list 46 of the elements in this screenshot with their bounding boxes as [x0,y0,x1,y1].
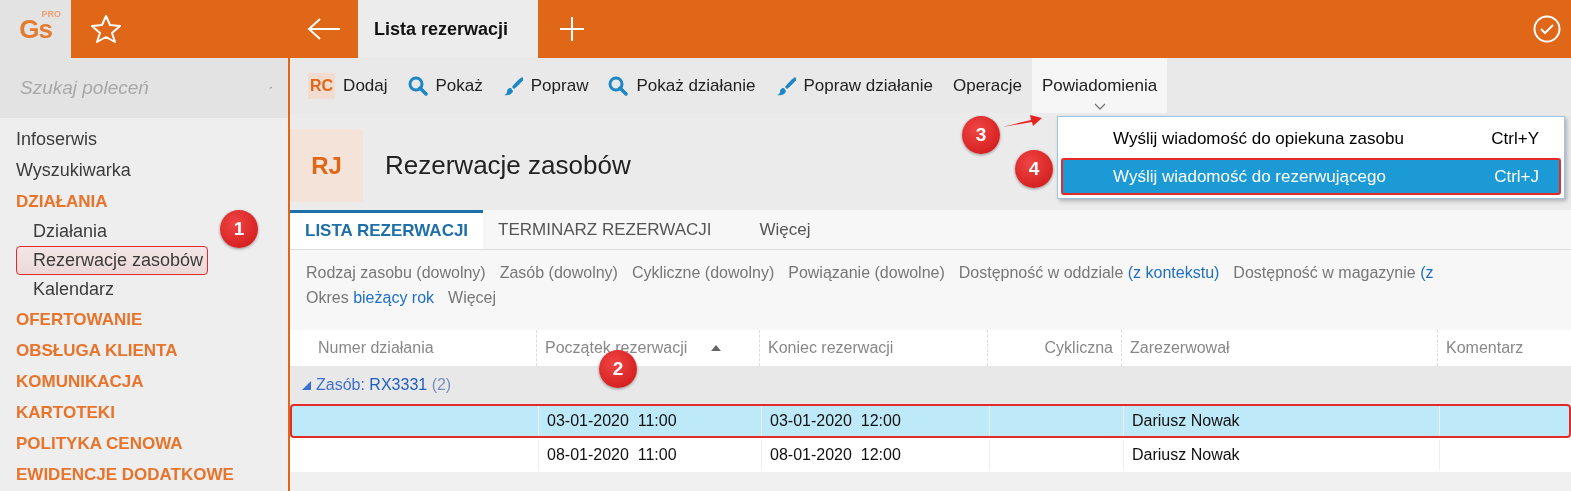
toolbar-button[interactable]: Pokaż działanie [598,58,766,113]
menu-item[interactable]: Wyślij wiadomość do rezerwującego Ctrl+J [1061,157,1561,195]
toolbar-button[interactable]: RC Dodaj [298,58,398,113]
search-input[interactable]: Szukaj poleceń [18,72,269,104]
nav-link[interactable]: Kalendarz [16,275,120,304]
section-link[interactable]: KOMUNIKACJA [0,366,288,397]
filter-link[interactable]: Więcej [448,285,497,310]
filter-link[interactable]: Zasób (dowolny) [499,260,618,285]
table-cell: Dariusz Nowak [1124,440,1440,470]
section-link[interactable]: OBSŁUGA KLIENTA [0,335,288,366]
table-cell: Dariusz Nowak [1124,406,1440,436]
nav-link[interactable]: Infoserwis [0,124,288,155]
section-link[interactable]: POLITYKA CENOWA [0,428,288,459]
filter-link[interactable]: Rodzaj zasobu (dowolny) [306,260,486,285]
section-link[interactable]: OFERTOWANIE [0,304,288,335]
search-field[interactable]: Szukaj poleceń [0,58,288,118]
filter-link[interactable]: Dostępność w oddziale (z kontekstu) [958,260,1220,285]
toolbar-button[interactable]: Popraw [492,58,599,113]
tab[interactable]: TERMINARZ REZERWACJI [483,210,727,249]
table-row[interactable]: 08-01-2020 11:00 08-01-2020 12:00 Dariusz Nowak [290,438,1571,472]
toolbar-button[interactable]: Popraw działanie [765,58,943,113]
group-label: Zasób: RX3331 (2) [316,375,452,395]
app-logo: GsPRO [0,0,71,58]
tab[interactable]: Lista rezerwacji [358,0,539,58]
table-cell: 08-01-2020 11:00 [539,440,762,470]
section-link[interactable]: KARTOTEKI [0,397,288,428]
filter-link[interactable]: Dostępność w magazynie (z [1233,260,1434,285]
nav-link[interactable]: Działania [16,217,113,246]
page-badge: RJ [290,129,363,202]
nav-link[interactable]: Rezerwacje zasobów [16,246,209,275]
toolbar-button[interactable]: Pokaż [397,58,493,113]
tab[interactable]: LISTA REZERWACJI [290,210,484,249]
section-link[interactable]: EWIDENCJE DODATKOWE [0,459,288,490]
table-row[interactable]: 03-01-2020 11:00 03-01-2020 12:00 Dariusz Nowak [290,404,1571,438]
table-cell: 03-01-2020 11:00 [539,406,762,436]
toolbar-button[interactable]: Powiadomienia [1031,58,1168,113]
table-cell: 08-01-2020 12:00 [762,440,990,470]
menu-item[interactable]: Wyślij wiadomość do opiekuna zasobu Ctrl+Y [1061,120,1561,158]
page-title: Rezerwacje zasobów [385,149,631,182]
filter-link[interactable]: Powiązanie (dowolne) [788,260,945,285]
filter-link[interactable]: Cykliczne (dowolny) [631,260,775,285]
toolbar-button[interactable]: Operacje [942,58,1032,113]
nav-link[interactable]: Wyszukiwarka [0,155,288,186]
table-cell: 03-01-2020 12:00 [762,406,990,436]
tab[interactable]: Więcej [744,210,826,249]
filter-link[interactable]: Okres bieżący rok [306,285,435,310]
